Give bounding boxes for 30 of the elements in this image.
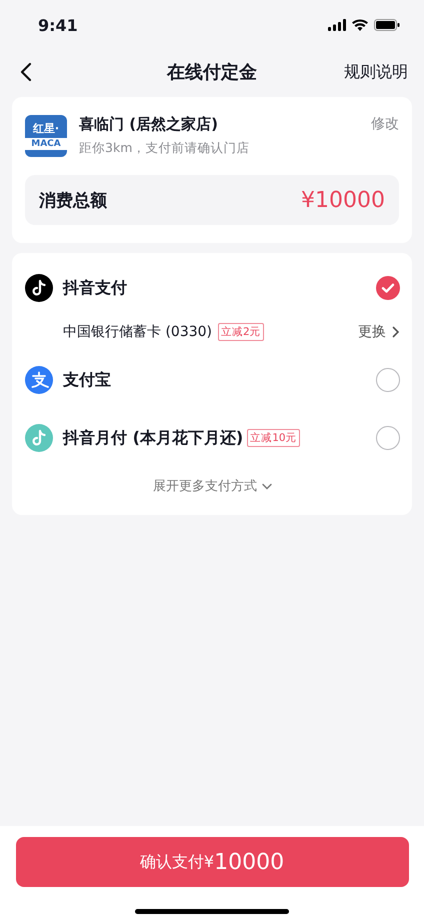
wifi-icon xyxy=(352,19,368,31)
music-note-icon xyxy=(25,274,53,302)
alipay-icon xyxy=(25,366,53,394)
payment-name: 抖音支付 xyxy=(63,278,127,298)
rules-link[interactable]: 规则说明 xyxy=(344,62,408,82)
battery-icon xyxy=(374,19,400,31)
page-title: 在线付定金 xyxy=(167,61,257,84)
chevron-down-icon xyxy=(262,482,272,490)
more-methods-link[interactable]: 展开更多支付方式 xyxy=(153,477,272,495)
store-name: 喜临门 (居然之家店) xyxy=(79,115,219,134)
payment-name: 支付宝 xyxy=(63,370,111,390)
back-button[interactable] xyxy=(20,61,34,83)
music-note-icon xyxy=(25,424,53,452)
radio-button[interactable] xyxy=(376,426,400,450)
store-note: 距你3km，支付前请确认门店 xyxy=(79,140,250,157)
store-logo: 红星· MACA xyxy=(25,115,67,157)
total-amount: ¥10000 xyxy=(301,188,385,212)
signal-icon xyxy=(328,19,346,31)
chevron-right-icon xyxy=(392,326,400,338)
radio-button[interactable] xyxy=(376,276,400,300)
discount-tag: 立减10元 xyxy=(247,429,300,447)
radio-button[interactable] xyxy=(376,368,400,392)
change-link[interactable]: 更换 xyxy=(358,323,400,341)
discount-tag: 立减2元 xyxy=(218,323,264,341)
edit-link[interactable]: 修改 xyxy=(371,115,399,133)
total-label: 消费总额 xyxy=(39,190,107,212)
bank-card-name: 中国银行储蓄卡 (0330) xyxy=(63,323,212,341)
confirm-pay-button[interactable]: 确认支付¥10000 xyxy=(16,837,408,887)
status-time: 9:41 xyxy=(38,16,78,34)
payment-name: 抖音月付 (本月花下月还) xyxy=(63,428,244,448)
